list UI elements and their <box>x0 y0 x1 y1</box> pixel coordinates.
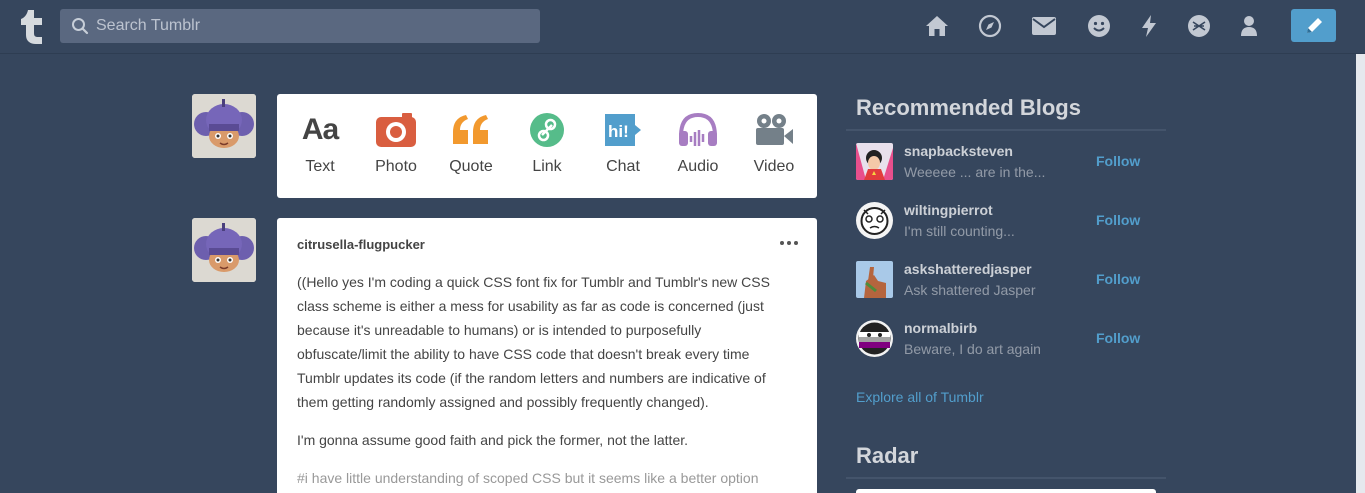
follow-button[interactable]: Follow <box>1096 153 1140 169</box>
camera-icon <box>358 110 434 150</box>
video-post-label: Video <box>753 158 795 175</box>
explore-all-link[interactable]: Explore all of Tumblr <box>856 389 984 405</box>
tumblr-logo-icon[interactable] <box>20 8 46 44</box>
scrollbar[interactable] <box>1356 54 1365 493</box>
photo-post-button[interactable]: Photo <box>358 110 434 190</box>
post-author-name[interactable]: citrusella-flugpucker <box>297 237 425 252</box>
blog-description: I'm still counting... <box>904 223 1015 239</box>
search-icon <box>72 18 89 35</box>
blog-description: Weeeee ... are in the... <box>904 164 1046 180</box>
chat-post-button[interactable]: hi! Chat <box>585 110 661 190</box>
follow-button[interactable]: Follow <box>1096 330 1140 346</box>
link-post-label: Link <box>532 158 562 175</box>
blog-name[interactable]: askshatteredjasper <box>904 261 1032 277</box>
follow-button[interactable]: Follow <box>1096 271 1140 287</box>
post-paragraph: ((Hello yes I'm coding a quick CSS font … <box>297 274 770 410</box>
text-post-label: Text <box>305 158 335 175</box>
follow-button[interactable]: Follow <box>1096 212 1140 228</box>
post-paragraph: I'm gonna assume good faith and pick the… <box>297 432 689 448</box>
blog-name[interactable]: normalbirb <box>904 320 977 336</box>
post-card: citrusella-flugpucker ((Hello yes I'm co… <box>277 218 817 493</box>
audio-icon <box>660 110 736 150</box>
recommended-blogs-title: Recommended Blogs <box>856 95 1081 120</box>
chat-post-label: Chat <box>606 158 640 175</box>
radar-post-preview[interactable] <box>856 489 1156 493</box>
recommended-blog-item[interactable]: askshatteredjasper Ask shattered Jasper … <box>846 249 1166 308</box>
xkit-icon[interactable] <box>1186 13 1212 39</box>
user-avatar[interactable] <box>192 94 256 158</box>
link-icon <box>509 110 585 150</box>
recommended-blog-item[interactable]: snapbacksteven Weeeee ... are in the... … <box>846 131 1166 190</box>
top-bar <box>0 0 1365 54</box>
photo-post-label: Photo <box>375 158 417 175</box>
text-post-button[interactable]: Aa Text <box>282 110 358 190</box>
blog-avatar[interactable] <box>856 143 893 180</box>
more-options-icon[interactable] <box>777 233 801 253</box>
recommended-blog-item[interactable]: wiltingpierrot I'm still counting... Fol… <box>846 190 1166 249</box>
blog-description: Ask shattered Jasper <box>904 282 1036 298</box>
compose-pencil-icon <box>1306 17 1322 33</box>
activity-bolt-icon[interactable] <box>1136 13 1162 39</box>
recommended-blog-item[interactable]: normalbirb Beware, I do art again Follow <box>846 308 1166 367</box>
post-author-avatar[interactable] <box>192 218 256 282</box>
quote-icon <box>433 110 509 150</box>
audio-post-button[interactable]: Audio <box>660 110 736 190</box>
post-body: ((Hello yes I'm coding a quick CSS font … <box>297 270 787 493</box>
account-icon[interactable] <box>1236 13 1262 39</box>
chat-icon: hi! <box>585 110 661 150</box>
video-icon <box>736 110 812 150</box>
blog-avatar[interactable] <box>856 320 893 357</box>
inbox-mail-icon[interactable] <box>1031 13 1057 39</box>
blog-avatar[interactable] <box>856 202 893 239</box>
compose-button[interactable] <box>1291 9 1336 42</box>
blog-name[interactable]: snapbacksteven <box>904 143 1013 159</box>
quote-post-button[interactable]: Quote <box>433 110 509 190</box>
messaging-smile-icon[interactable] <box>1086 13 1112 39</box>
blog-description: Beware, I do art again <box>904 341 1041 357</box>
post-tags[interactable]: #i have little understanding of scoped C… <box>297 466 787 490</box>
audio-post-label: Audio <box>677 158 719 175</box>
svg-text:hi!: hi! <box>608 122 629 141</box>
divider <box>846 477 1166 479</box>
blog-name[interactable]: wiltingpierrot <box>904 202 993 218</box>
search-input[interactable] <box>96 9 526 43</box>
video-post-button[interactable]: Video <box>736 110 812 190</box>
search-bar[interactable] <box>60 9 540 43</box>
explore-compass-icon[interactable] <box>977 13 1003 39</box>
text-icon: Aa <box>301 113 339 146</box>
radar-title: Radar <box>856 443 919 468</box>
post-type-selector: Aa Text Photo Quote Link hi! Chat Audio <box>277 94 817 198</box>
quote-post-label: Quote <box>449 158 493 175</box>
link-post-button[interactable]: Link <box>509 110 585 190</box>
blog-avatar[interactable] <box>856 261 893 298</box>
home-icon[interactable] <box>924 13 950 39</box>
